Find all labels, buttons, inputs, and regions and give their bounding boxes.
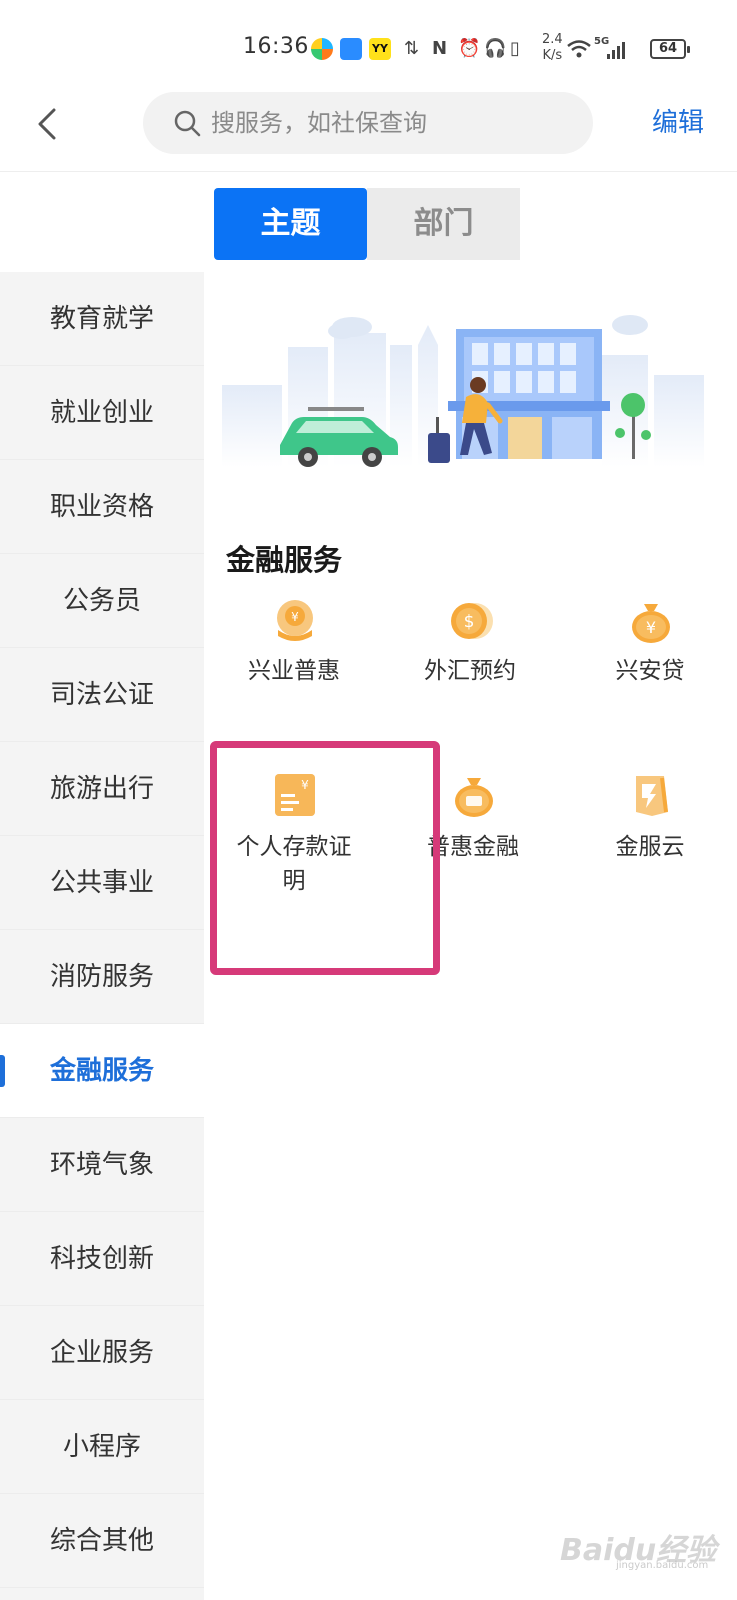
network-speed: 2.4 K/s <box>542 32 563 64</box>
section-title: 金融服务 <box>226 543 343 577</box>
cell-signal-icon <box>607 42 625 59</box>
sidebar-item-civil-servant[interactable]: 公务员 <box>0 554 204 648</box>
sidebar-item-technology[interactable]: 科技创新 <box>0 1212 204 1306</box>
service-label: 外汇预约 <box>424 658 516 684</box>
status-time: 16:36 <box>243 34 309 59</box>
sidebar-item-notary[interactable]: 司法公证 <box>0 648 204 742</box>
svg-text:¥: ¥ <box>291 610 299 624</box>
edit-button[interactable]: 编辑 <box>652 106 704 140</box>
speed-unit: K/s <box>542 48 563 63</box>
yuan-bag-icon: ¥ <box>632 604 670 643</box>
sidebar-item-others[interactable]: 综合其他 <box>0 1494 204 1588</box>
baidu-watermark-url: jingyan.baidu.com <box>616 1560 709 1571</box>
svg-text:¥: ¥ <box>646 618 656 637</box>
sidebar-item-qualification[interactable]: 职业资格 <box>0 460 204 554</box>
sidebar-item-finance[interactable]: 金融服务 <box>0 1024 204 1118</box>
category-sidebar: 教育就学 就业创业 职业资格 公务员 司法公证 旅游出行 公共事业 消防服务 金… <box>0 272 204 1600</box>
sidebar-item-fire-service[interactable]: 消防服务 <box>0 930 204 1024</box>
sidebar-item-employment[interactable]: 就业创业 <box>0 366 204 460</box>
tab-department[interactable]: 部门 <box>367 188 520 260</box>
colorful-app-icon <box>311 38 333 60</box>
sidebar-item-mini-program[interactable]: 小程序 <box>0 1400 204 1494</box>
search-icon <box>174 110 201 137</box>
highlight-annotation-box <box>210 741 440 975</box>
headphones-icon: 🎧 <box>484 38 507 59</box>
service-fx-appointment[interactable]: $ 外汇预约 <box>382 598 558 708</box>
search-input[interactable]: 搜服务，如社保查询 <box>143 92 593 154</box>
nfc-icon: N <box>432 38 448 59</box>
cloud-shield-icon <box>636 776 668 816</box>
service-label: 兴安贷 <box>615 658 685 684</box>
wifi-icon <box>567 40 591 58</box>
back-arrow-icon[interactable] <box>30 106 66 142</box>
service-label: 兴业普惠 <box>248 658 340 684</box>
sidebar-item-enterprise[interactable]: 企业服务 <box>0 1306 204 1400</box>
svg-text:$: $ <box>464 612 475 632</box>
hand-coin-icon: ¥ <box>277 600 313 641</box>
pu-bag-icon <box>455 778 493 817</box>
alarm-icon: ⏰ <box>458 38 481 59</box>
service-xingye-puhui[interactable]: ¥ 兴业普惠 <box>206 598 382 708</box>
finance-banner-illustration <box>222 315 704 467</box>
sidebar-item-public-utility[interactable]: 公共事业 <box>0 836 204 930</box>
yy-app-icon: YY <box>369 38 391 60</box>
service-xinganDai[interactable]: ¥ 兴安贷 <box>562 598 737 708</box>
blue-app-icon <box>340 38 362 60</box>
sidebar-item-environment[interactable]: 环境气象 <box>0 1118 204 1212</box>
speed-value: 2.4 <box>542 32 563 47</box>
dollar-coin-icon: $ <box>451 603 493 639</box>
tab-topic[interactable]: 主题 <box>214 188 367 260</box>
data-sync-icon: ⇅ <box>404 38 420 59</box>
header: 搜服务，如社保查询 编辑 <box>0 90 737 172</box>
sidebar-item-education[interactable]: 教育就学 <box>0 272 204 366</box>
search-placeholder: 搜服务，如社保查询 <box>211 109 427 137</box>
service-jinfu-cloud[interactable]: 金服云 <box>562 772 737 882</box>
sidebar-item-travel[interactable]: 旅游出行 <box>0 742 204 836</box>
status-bar: 16:36 YY ⇅ N ⏰ 🎧 ▯ 2.4 K/s 5G 64 <box>0 0 737 90</box>
phone-battery-icon: ▯ <box>510 38 520 59</box>
battery-icon: 64 <box>650 39 690 59</box>
service-label: 金服云 <box>615 834 685 860</box>
tab-bar: 主题 部门 <box>214 188 520 260</box>
